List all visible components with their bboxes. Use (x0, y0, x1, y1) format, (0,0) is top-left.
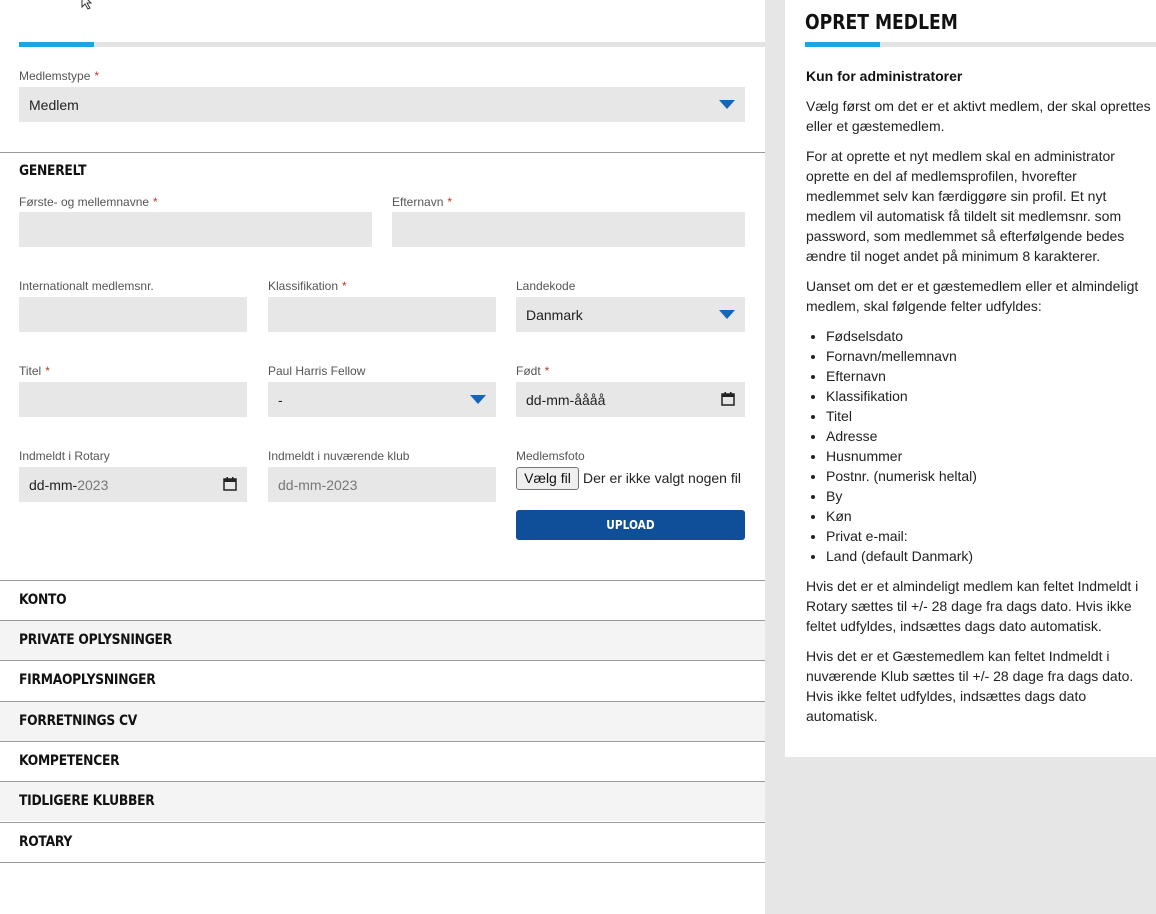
title-input[interactable] (19, 382, 247, 417)
section-title: KOMPETENCER (19, 753, 120, 769)
born-label: Født * (516, 364, 550, 378)
help-paragraph: Hvis det er et almindeligt medlem kan fe… (806, 578, 1139, 634)
help-body: Kun for administratorer Vælg først om de… (806, 66, 1151, 736)
help-subtitle: Kun for administratorer (806, 68, 963, 84)
first-names-label: Første- og mellemnavne * (19, 195, 158, 209)
section-title: TIDLIGERE KLUBBER (19, 793, 155, 809)
joined-club-date-input: dd-mm-2023 (268, 467, 496, 502)
no-file-chosen-text: Der er ikke valgt nogen fil (583, 470, 741, 486)
form-progress-bar (19, 42, 765, 47)
classification-label: Klassifikation * (268, 279, 347, 293)
list-item: Klassifikation (826, 386, 1151, 406)
required-mark: * (45, 364, 50, 378)
born-date-input[interactable]: dd-mm-åååå (516, 382, 745, 417)
last-name-label: Efternavn * (392, 195, 453, 209)
chevron-down-icon (719, 310, 735, 319)
form-progress-fill (19, 42, 94, 47)
joined-club-label: Indmeldt i nuværende klub (268, 449, 410, 463)
list-item: Køn (826, 506, 1151, 526)
help-paragraph: Hvis det er et Gæstemedlem kan feltet In… (806, 648, 1134, 724)
joined-rotary-label: Indmeldt i Rotary (19, 449, 110, 463)
phf-select[interactable]: - (268, 382, 496, 417)
born-date-placeholder: dd-mm-åååå (526, 392, 606, 408)
required-mark: * (342, 279, 347, 293)
section-title: FIRMAOPLYSNINGER (19, 672, 156, 688)
help-title-underline (805, 42, 1156, 47)
list-item: Husnummer (826, 446, 1151, 466)
help-paragraph: Vælg først om det er et aktivt medlem, d… (806, 98, 1151, 134)
list-item: Privat e-mail: (826, 526, 1151, 546)
list-item: Efternavn (826, 366, 1151, 386)
mouse-cursor-icon (81, 0, 93, 10)
section-konto[interactable]: KONTO (0, 580, 765, 620)
title-label: Titel * (19, 364, 50, 378)
phf-label: Paul Harris Fellow (268, 364, 366, 378)
choose-file-button[interactable]: Vælg fil (516, 467, 579, 490)
joined-rotary-value: dd-mm-2023 (29, 477, 109, 493)
help-title: OPRET MEDLEM (805, 10, 958, 34)
section-company-info[interactable]: FIRMAOPLYSNINGER (0, 660, 765, 700)
required-fields-list: Fødselsdato Fornavn/mellemnavn Efternavn… (826, 326, 1151, 566)
section-competences[interactable]: KOMPETENCER (0, 741, 765, 781)
section-title: KONTO (19, 592, 67, 608)
upload-button[interactable]: UPLOAD (516, 510, 745, 540)
section-title: PRIVATE OPLYSNINGER (19, 632, 172, 648)
member-type-label: Medlemstype * (19, 69, 100, 83)
member-form: Medlemstype * Medlem GENERELT Første- og … (0, 0, 765, 914)
list-item: Postnr. (numerisk heltal) (826, 466, 1151, 486)
help-paragraph: For at oprette et nyt medlem skal en adm… (806, 148, 1125, 264)
chevron-down-icon (470, 395, 486, 404)
intl-member-no-label: Internationalt medlemsnr. (19, 279, 154, 293)
section-title: FORRETNINGS CV (19, 713, 138, 729)
list-item: Adresse (826, 426, 1151, 446)
country-code-value: Danmark (526, 307, 583, 323)
classification-input[interactable] (268, 297, 496, 332)
divider (0, 152, 765, 153)
joined-club-value: dd-mm-2023 (278, 477, 358, 493)
country-code-select[interactable]: Danmark (516, 297, 745, 332)
country-code-label: Landekode (516, 279, 576, 293)
section-previous-clubs[interactable]: TIDLIGERE KLUBBER (0, 781, 765, 821)
list-item: Fødselsdato (826, 326, 1151, 346)
section-general-title: GENERELT (19, 163, 87, 179)
photo-label: Medlemsfoto (516, 449, 585, 463)
chevron-down-icon (719, 100, 735, 109)
required-mark: * (544, 364, 550, 378)
section-title: ROTARY (19, 834, 73, 850)
required-mark: * (447, 195, 453, 209)
list-item: By (826, 486, 1151, 506)
joined-rotary-date-input[interactable]: dd-mm-2023 (19, 467, 247, 502)
member-type-value: Medlem (29, 97, 79, 113)
first-names-input[interactable] (19, 212, 372, 247)
help-paragraph: Uanset om det er et gæstemedlem eller et… (806, 278, 1139, 314)
list-item: Fornavn/mellemnavn (826, 346, 1151, 366)
section-business-cv[interactable]: FORRETNINGS CV (0, 701, 765, 741)
section-private-info[interactable]: PRIVATE OPLYSNINGER (0, 620, 765, 660)
calendar-icon[interactable] (223, 477, 237, 491)
calendar-icon[interactable] (721, 392, 735, 406)
list-item: Land (default Danmark) (826, 546, 1151, 566)
required-mark: * (94, 69, 100, 83)
section-rotary[interactable]: ROTARY (0, 822, 765, 862)
list-item: Titel (826, 406, 1151, 426)
required-mark: * (153, 195, 158, 209)
last-name-input[interactable] (392, 212, 745, 247)
member-type-select[interactable]: Medlem (19, 87, 745, 122)
phf-value: - (278, 392, 283, 408)
intl-member-no-input[interactable] (19, 297, 247, 332)
divider (0, 862, 765, 863)
